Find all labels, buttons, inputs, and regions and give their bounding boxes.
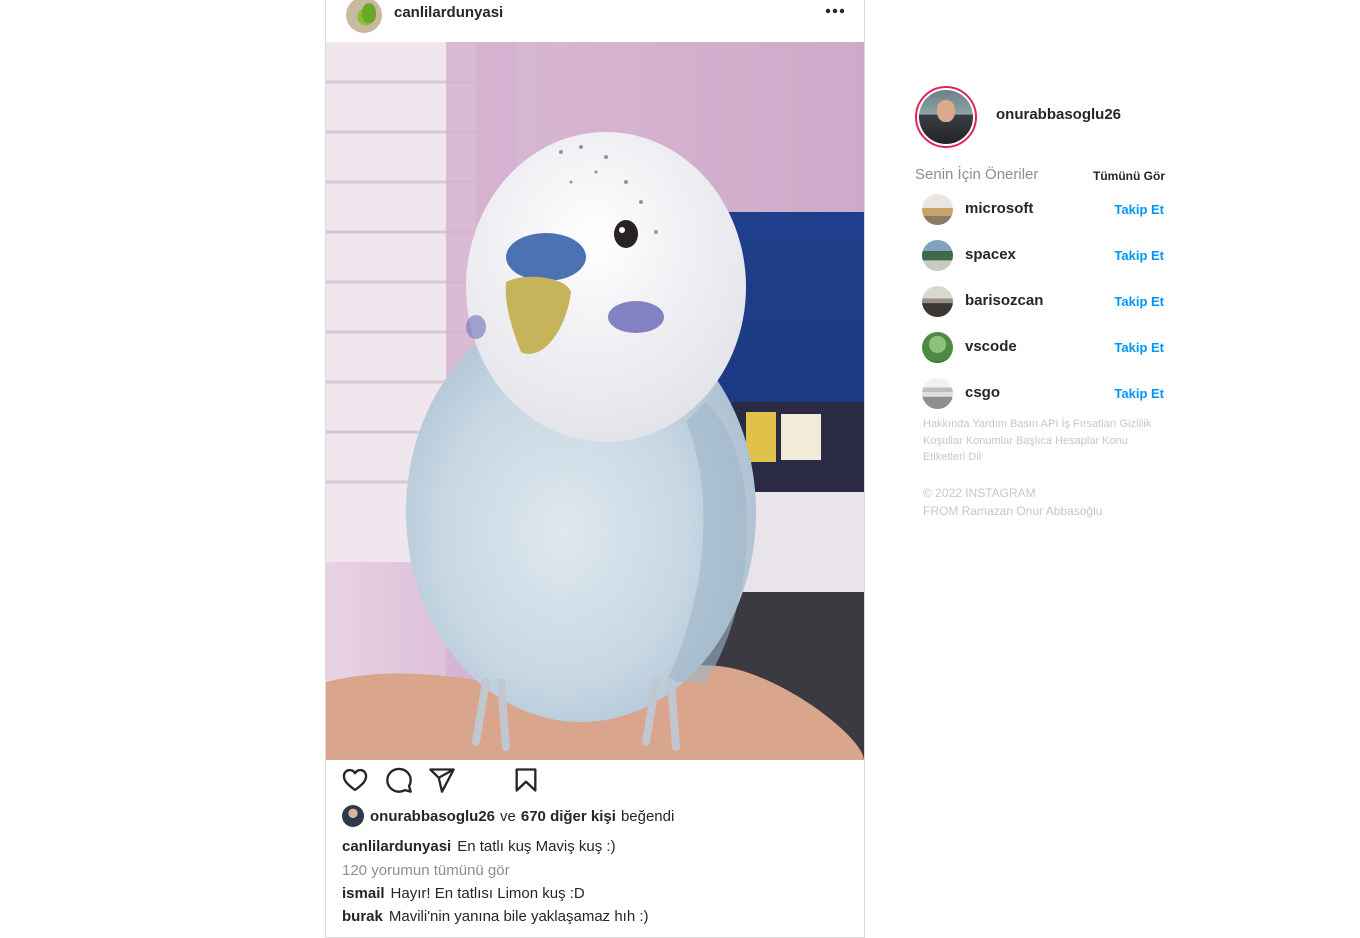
- suggestion-item: vscode Takip Et: [922, 332, 1164, 364]
- suggestion-item: spacex Takip Et: [922, 240, 1164, 272]
- liker-username[interactable]: onurabbasoglu26: [370, 808, 495, 825]
- suggestion-item: microsoft Takip Et: [922, 194, 1164, 226]
- bookmark-icon[interactable]: [512, 766, 540, 794]
- footer-link[interactable]: Konumlar: [966, 435, 1013, 447]
- copyright-block: © 2022 INSTAGRAM FROM Ramazan Onur Abbas…: [923, 484, 1102, 520]
- current-user-photo: [919, 90, 973, 144]
- suggestion-avatar[interactable]: [922, 286, 953, 317]
- footer-link[interactable]: Başlıca Hesaplar: [1016, 435, 1099, 447]
- suggestion-username[interactable]: vscode: [965, 338, 1017, 355]
- suggestion-item: csgo Takip Et: [922, 378, 1164, 410]
- footer-link[interactable]: Yardım: [972, 418, 1007, 430]
- comment: burak Mavili'nin yanına bile yaklaşamaz h…: [342, 908, 649, 925]
- heart-icon[interactable]: [341, 766, 369, 794]
- caption: canlilardunyasi En tatlı kuş Maviş kuş :): [342, 838, 616, 855]
- comment-text: Mavili'nin yanına bile yaklaşamaz hıh :): [388, 908, 649, 925]
- current-user-avatar[interactable]: [915, 86, 977, 148]
- comment-username[interactable]: ismail: [342, 885, 385, 902]
- footer-link[interactable]: Basın: [1010, 418, 1038, 430]
- post-author-username[interactable]: canlilardunyasi: [394, 4, 503, 21]
- likes-summary: onurabbasoglu26 ve 670 diğer kişi beğend…: [342, 804, 679, 828]
- footer-links: Hakkında Yardım Basın API İş Fırsatları …: [923, 416, 1153, 466]
- suggestion-username[interactable]: barisozcan: [965, 292, 1043, 309]
- footer-link[interactable]: Koşullar: [923, 435, 963, 447]
- suggestion-avatar[interactable]: [922, 194, 953, 225]
- comment: ismail Hayır! En tatlısı Limon kuş :D: [342, 885, 585, 902]
- current-user-username[interactable]: onurabbasoglu26: [996, 106, 1121, 123]
- suggestion-username[interactable]: csgo: [965, 384, 1000, 401]
- suggestion-avatar[interactable]: [922, 332, 953, 363]
- follow-button[interactable]: Takip Et: [1114, 340, 1164, 355]
- share-icon[interactable]: [428, 766, 456, 794]
- comment-username[interactable]: burak: [342, 908, 383, 925]
- likes-connector: ve: [500, 807, 516, 825]
- footer-link[interactable]: İş Fırsatları: [1061, 418, 1116, 430]
- likes-others[interactable]: 670 diğer kişi: [521, 808, 616, 825]
- follow-button[interactable]: Takip Et: [1114, 248, 1164, 263]
- see-all-link[interactable]: Tümünü Gör: [1093, 169, 1165, 183]
- likes-suffix: beğendi: [620, 807, 675, 825]
- post-author-avatar[interactable]: [346, 0, 382, 33]
- liker-avatar[interactable]: [342, 805, 364, 827]
- follow-button[interactable]: Takip Et: [1114, 294, 1164, 309]
- footer-link[interactable]: Hakkında: [923, 418, 969, 430]
- follow-button[interactable]: Takip Et: [1114, 386, 1164, 401]
- suggestion-username[interactable]: microsoft: [965, 200, 1033, 217]
- comment-icon[interactable]: [385, 766, 413, 794]
- suggestion-username[interactable]: spacex: [965, 246, 1016, 263]
- post-header: canlilardunyasi: [326, 0, 864, 44]
- suggestions-title: Senin İçin Öneriler: [915, 166, 1039, 183]
- suggestion-avatar[interactable]: [922, 378, 953, 409]
- comment-text: Hayır! En tatlısı Limon kuş :D: [390, 885, 585, 902]
- footer-link[interactable]: Dil: [968, 451, 981, 463]
- post-photo[interactable]: [326, 42, 864, 760]
- credit-text: FROM Ramazan Onur Abbasoğlu: [923, 504, 1103, 518]
- view-all-comments-link[interactable]: 120 yorumun tümünü gör: [342, 862, 510, 879]
- post-actions: [326, 766, 864, 802]
- more-icon[interactable]: [824, 4, 846, 18]
- follow-button[interactable]: Takip Et: [1114, 202, 1164, 217]
- suggestion-item: barisozcan Takip Et: [922, 286, 1164, 318]
- footer-link[interactable]: Gizlilik: [1120, 418, 1152, 430]
- caption-username[interactable]: canlilardunyasi: [342, 838, 451, 855]
- suggestion-avatar[interactable]: [922, 240, 953, 271]
- footer-link[interactable]: API: [1041, 418, 1059, 430]
- caption-text: En tatlı kuş Maviş kuş :): [457, 838, 616, 855]
- post-card: canlilardunyasi onurabbasoglu26 ve 670 d…: [325, 0, 865, 938]
- copyright-text: © 2022 INSTAGRAM: [923, 486, 1036, 500]
